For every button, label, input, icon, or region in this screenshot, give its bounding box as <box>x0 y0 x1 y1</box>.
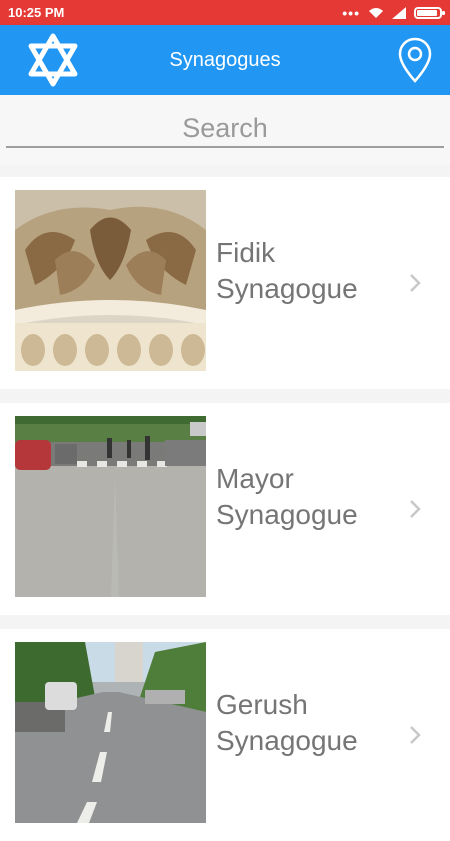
battery-icon <box>414 6 445 19</box>
wifi-icon <box>369 7 383 18</box>
app-bar: Synagogues <box>0 25 450 95</box>
signal-icon <box>392 6 406 19</box>
street-crosswalk-image <box>15 416 206 597</box>
synagogue-thumbnail <box>15 416 206 597</box>
carved-stone-image <box>15 190 206 371</box>
synagogue-thumbnail <box>15 642 206 823</box>
search-input[interactable] <box>6 110 444 148</box>
location-pin-icon[interactable] <box>398 37 432 83</box>
tree-lined-avenue-image <box>15 642 206 823</box>
star-of-david-icon[interactable] <box>25 32 81 88</box>
synagogue-name: Fidik Synagogue <box>216 237 358 304</box>
chevron-right-icon <box>410 500 421 518</box>
list-item-fidik-synagogue[interactable]: Fidik Synagogue <box>0 177 450 389</box>
synagogue-thumbnail <box>15 190 206 371</box>
list-item-mayor-synagogue[interactable]: Mayor Synagogue <box>0 403 450 615</box>
synagogue-name: Gerush Synagogue <box>216 689 358 756</box>
search-bar <box>0 95 450 165</box>
synagogue-name: Mayor Synagogue <box>216 463 358 530</box>
status-bar: 10:25 PM ••• <box>0 0 450 25</box>
notification-dots: ••• <box>342 4 360 21</box>
status-icons: ••• <box>342 4 445 21</box>
chevron-right-icon <box>410 274 421 292</box>
chevron-right-icon <box>410 726 421 744</box>
status-time: 10:25 PM <box>8 5 65 20</box>
battery-level <box>417 9 438 16</box>
list-item-gerush-synagogue[interactable]: Gerush Synagogue <box>0 629 450 841</box>
page-title: Synagogues <box>169 48 281 71</box>
